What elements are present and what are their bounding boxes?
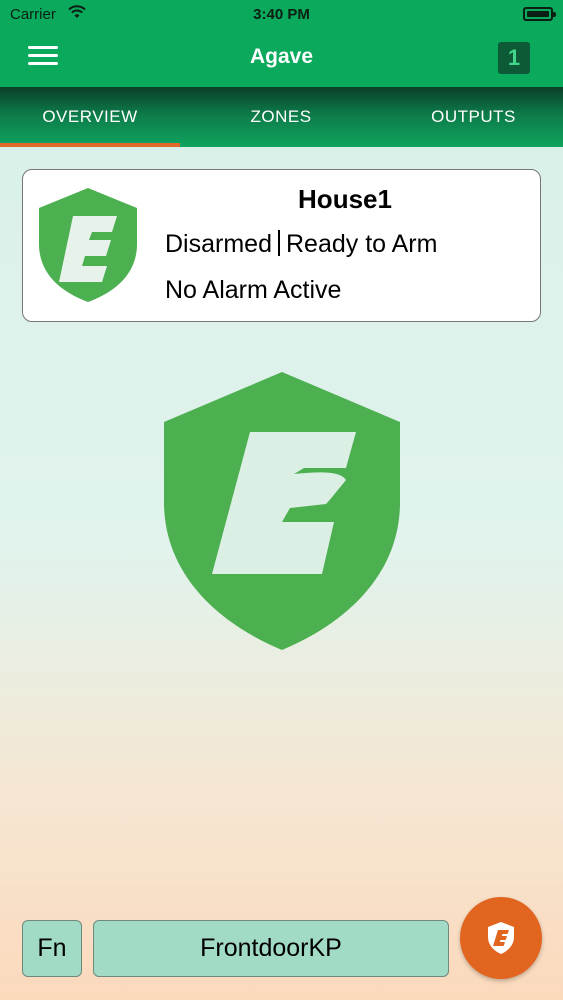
tab-overview[interactable]: OVERVIEW: [0, 87, 180, 147]
arm-state: Disarmed: [165, 230, 272, 258]
tab-outputs[interactable]: OUTPUTS: [384, 87, 563, 147]
tab-bar: OVERVIEW ZONES OUTPUTS: [0, 87, 563, 147]
notification-badge[interactable]: 1: [498, 42, 530, 74]
partition-name: House1: [298, 184, 392, 214]
status-divider: [277, 230, 280, 256]
shield-e-icon: [488, 922, 514, 954]
shield-e-logo-large-icon: [164, 372, 400, 650]
alarm-status: No Alarm Active: [165, 276, 342, 304]
tab-zones[interactable]: ZONES: [190, 87, 372, 147]
arm-status-line: Disarmed Ready to Arm: [165, 230, 437, 259]
battery-icon: [523, 7, 556, 21]
clock: 3:40 PM: [253, 6, 310, 23]
active-tab-indicator: [0, 143, 180, 147]
keypad-selector-button[interactable]: FrontdoorKP: [93, 920, 449, 977]
tab-overview-label: OVERVIEW: [42, 107, 138, 126]
nav-bar: Agave 1: [0, 30, 563, 87]
tab-zones-label: ZONES: [250, 107, 312, 126]
fn-button[interactable]: Fn: [22, 920, 82, 977]
tab-outputs-label: OUTPUTS: [431, 107, 516, 126]
partition-status-card[interactable]: House1 Disarmed Ready to Arm No Alarm Act…: [22, 169, 541, 322]
page-title: Agave: [249, 45, 314, 68]
quick-action-button[interactable]: [460, 897, 542, 979]
ready-state: Ready to Arm: [285, 230, 438, 258]
shield-e-logo-icon: [39, 188, 137, 302]
status-bar: Carrier 3:40 PM: [0, 0, 563, 30]
